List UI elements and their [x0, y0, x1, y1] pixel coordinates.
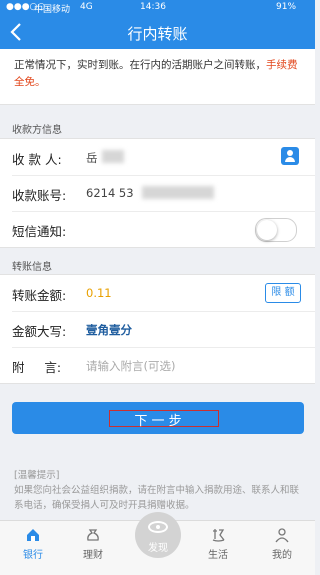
transfer-section-title: 转账信息 [12, 262, 52, 273]
amount-input[interactable]: 0.11 [86, 286, 112, 300]
contacts-icon[interactable] [281, 147, 299, 165]
amount-row[interactable]: 转账金额: 0.11 限 额 [12, 275, 315, 312]
amount-uppercase-row: 金额大写: 壹角壹分 [12, 311, 315, 348]
money-bag-icon [87, 529, 99, 541]
payee-account-row[interactable]: 收款账号: 6214 53 [12, 175, 315, 212]
notice-panel: 正常情况下，实时到账。在行内的活期账户之间转账，手续费全免。 [0, 49, 315, 105]
network-type: 4G [80, 2, 93, 12]
payee-card: 收 款 人: 岳 收款账号: 6214 53 短信通知: [0, 138, 315, 248]
transfer-card: 转账金额: 0.11 限 额 金额大写: 壹角壹分 附 言: 请输入附言(可选) [0, 274, 315, 384]
redacted-name [102, 150, 124, 163]
clock: 14:36 [140, 2, 166, 12]
amount-label: 转账金额: [12, 288, 67, 303]
payee-name-label: 收 款 人: [12, 152, 62, 167]
status-bar: ●●●○○ 中国移动 4G 14:36 91% [0, 0, 315, 16]
carrier: 中国移动 [34, 5, 71, 15]
tab-life-label: 生活 [208, 550, 228, 561]
tab-bank[interactable]: 银行 [8, 527, 58, 561]
next-step-button[interactable]: 下 一 步 [12, 402, 304, 434]
person-icon [275, 528, 289, 543]
sms-notify-label: 短信通知: [12, 224, 67, 239]
life-icon [212, 529, 225, 542]
page-title: 行内转账 [127, 25, 188, 43]
tab-mine-label: 我的 [272, 550, 292, 561]
memo-input[interactable]: 请输入附言(可选) [86, 358, 175, 374]
sms-notify-toggle[interactable] [255, 218, 297, 242]
tips-title: [温馨提示] [14, 470, 60, 481]
nav-bar: 行内转账 [0, 16, 315, 49]
tab-discover-label: 发现 [148, 543, 168, 554]
battery-level: 91% [276, 2, 297, 12]
payee-section-title: 收款方信息 [12, 125, 62, 136]
memo-row[interactable]: 附 言: 请输入附言(可选) [12, 347, 315, 383]
tips-panel: [温馨提示] 如果您向社会公益组织捐款，请在附言中输入捐款用途、联系人和联系电话… [14, 468, 304, 513]
tab-mine[interactable]: 我的 [257, 527, 307, 561]
eye-icon [148, 521, 168, 533]
toggle-knob [257, 220, 277, 240]
next-step-label: 下 一 步 [134, 414, 182, 429]
payee-name-value: 岳 [86, 151, 98, 165]
payee-account-label: 收款账号: [12, 188, 67, 203]
amount-uppercase-value: 壹角壹分 [86, 323, 132, 337]
memo-label: 附 言: [12, 360, 62, 375]
tab-bank-label: 银行 [23, 550, 43, 561]
notice-text: 正常情况下，实时到账。在行内的活期账户之间转账，手续费全免。 [14, 57, 306, 91]
payee-name-row[interactable]: 收 款 人: 岳 [12, 139, 315, 176]
limit-button[interactable]: 限 额 [265, 283, 301, 303]
redacted-account [142, 186, 214, 199]
tab-wealth-label: 理财 [83, 550, 103, 561]
payee-account-value: 6214 53 [86, 186, 134, 200]
home-icon [27, 529, 39, 541]
tips-text: 如果您向社会公益组织捐款，请在附言中输入捐款用途、联系人和联系电话，确保受捐人可… [14, 485, 300, 511]
sms-notify-row: 短信通知: [12, 211, 315, 247]
notice-body: 正常情况下，实时到账。在行内的活期账户之间转账， [14, 59, 266, 71]
amount-uppercase-label: 金额大写: [12, 324, 67, 339]
tab-life[interactable]: 生活 [193, 527, 243, 561]
tab-wealth[interactable]: 理财 [68, 527, 118, 561]
tab-discover[interactable]: 发现 [135, 512, 181, 558]
